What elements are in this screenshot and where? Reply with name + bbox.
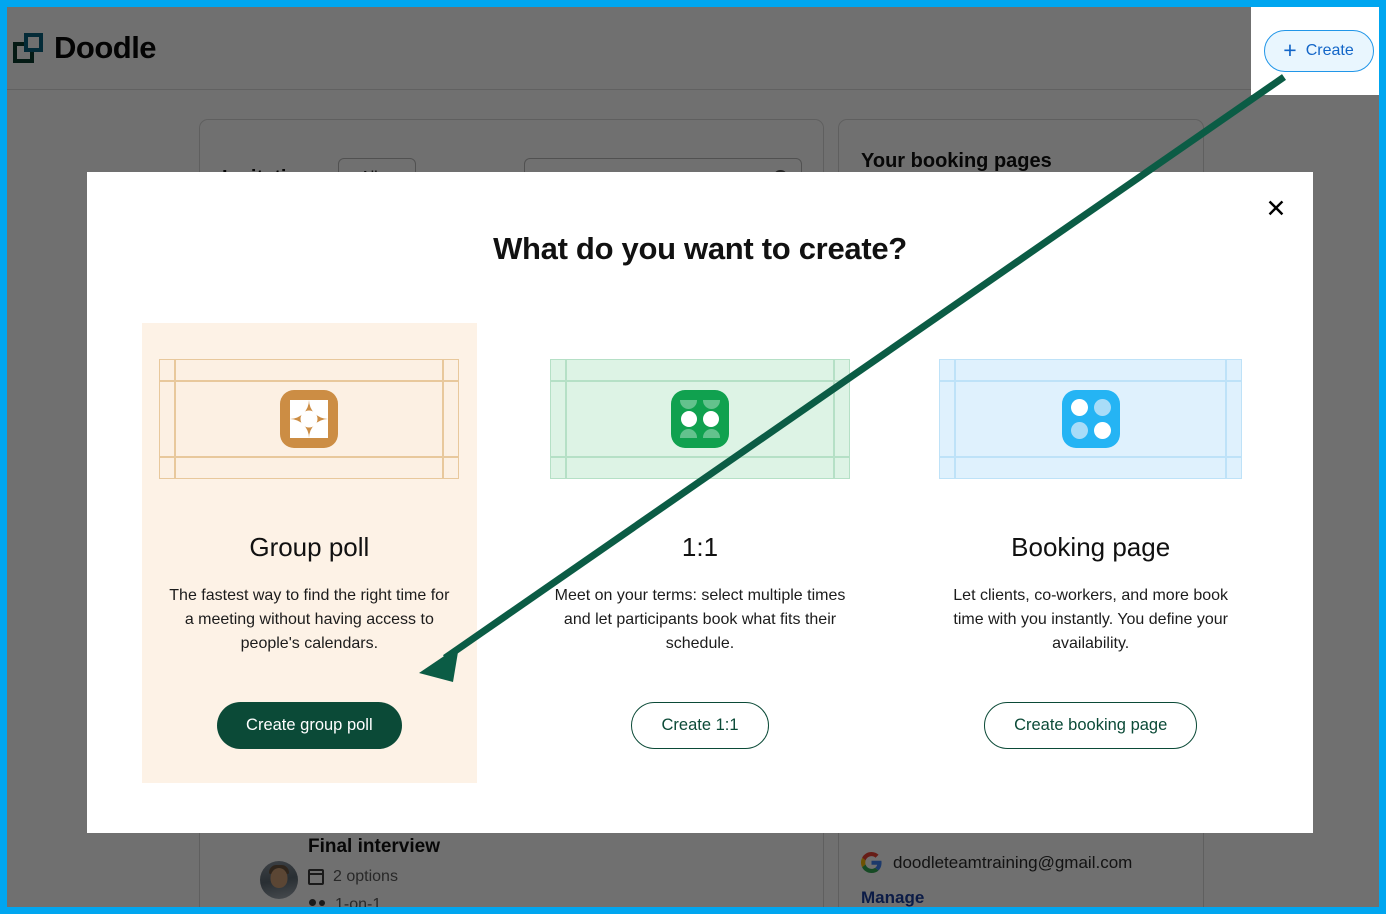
one-on-one-icon <box>671 390 729 448</box>
option-description: Meet on your terms: select multiple time… <box>554 587 846 652</box>
option-title: 1:1 <box>681 532 719 562</box>
invitation-options: 2 options <box>308 868 820 886</box>
create-options-list: Group poll The fastest way to find the r… <box>87 323 1313 783</box>
doodle-logo[interactable]: Doodle <box>13 30 157 66</box>
brand-name: Doodle <box>54 30 157 65</box>
group-poll-thumbnail <box>159 359 460 479</box>
create-button-label: Create <box>1305 42 1354 59</box>
modal-title: What do you want to create? <box>493 231 907 266</box>
booking-page-thumbnail <box>939 359 1243 479</box>
create-option-group-poll[interactable]: Group poll The fastest way to find the r… <box>142 323 477 783</box>
manage-link[interactable]: Manage <box>861 888 924 907</box>
invitation-details: Final interview 2 options 1-on-1 <box>308 836 820 913</box>
invitation-title: Final interview <box>308 836 440 857</box>
group-poll-icon <box>280 390 339 448</box>
create-option-booking-page[interactable]: Booking page Let clients, co-workers, an… <box>923 323 1258 783</box>
invitation-options-label: 2 options <box>333 868 398 885</box>
app-header: Doodle <box>7 7 1379 90</box>
plus-icon: + <box>1283 36 1297 63</box>
avatar <box>260 861 298 899</box>
close-icon[interactable]: ✕ <box>1259 192 1293 226</box>
option-title: Booking page <box>1011 532 1171 562</box>
option-description: Let clients, co-workers, and more book t… <box>953 587 1229 652</box>
invitation-list-item[interactable]: Final interview 2 options 1-on-1 <box>260 836 900 913</box>
people-icon <box>308 898 326 908</box>
create-button[interactable]: + Create <box>1263 30 1374 72</box>
create-button-highlight: + Create <box>1251 7 1379 95</box>
one-on-one-thumbnail <box>550 359 850 479</box>
google-icon <box>861 852 882 873</box>
option-description: The fastest way to find the right time f… <box>169 587 450 652</box>
account-email: doodleteamtraining@gmail.com <box>893 852 1133 872</box>
doodle-logo-icon <box>13 33 43 63</box>
create-booking-page-button[interactable]: Create booking page <box>984 702 1198 749</box>
calendar-icon <box>308 869 324 885</box>
create-modal: ✕ What do you want to create? Group poll… <box>87 172 1313 833</box>
booking-pages-title: Your booking pages <box>861 150 1052 172</box>
screenshot-root: Doodle Invitations All <box>0 0 1386 914</box>
create-one-on-one-button[interactable]: Create 1:1 <box>631 702 769 749</box>
invitation-type: 1-on-1 <box>308 896 820 913</box>
option-title: Group poll <box>249 532 370 562</box>
create-group-poll-button[interactable]: Create group poll <box>217 702 402 749</box>
booking-page-icon <box>1061 390 1120 448</box>
invitation-type-label: 1-on-1 <box>335 896 382 913</box>
account-row: doodleteamtraining@gmail.com <box>861 852 1132 873</box>
create-option-one-on-one[interactable]: 1:1 Meet on your terms: select multiple … <box>533 323 868 783</box>
